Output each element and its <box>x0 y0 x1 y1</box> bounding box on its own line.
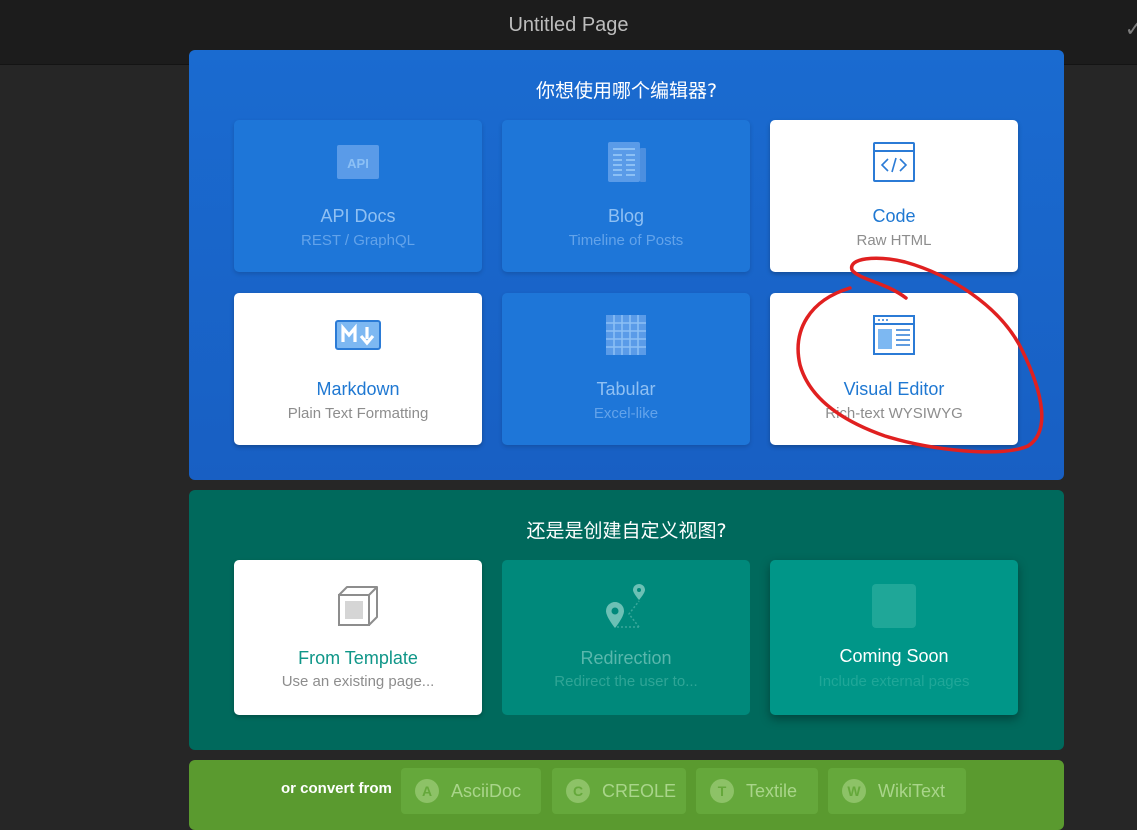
convert-chip-creole[interactable]: C CREOLE <box>552 768 686 814</box>
custom-view-panel: 还是是创建自定义视图? From Template Use an existin… <box>189 490 1064 750</box>
wikitext-icon: W <box>842 779 866 803</box>
card-subtitle: Rich-text WYSIWYG <box>825 405 963 422</box>
markdown-icon <box>234 313 482 357</box>
editor-selection-panel: 你想使用哪个编辑器? API API Docs REST / GraphQL B… <box>189 50 1064 480</box>
card-title: From Template <box>298 648 418 668</box>
card-title: Coming Soon <box>839 646 949 666</box>
editor-card-api-docs[interactable]: API API Docs REST / GraphQL <box>234 120 482 272</box>
code-window-icon <box>770 140 1018 184</box>
card-subtitle: Excel-like <box>593 405 659 422</box>
convert-chip-wikitext[interactable]: W WikiText <box>828 768 966 814</box>
convert-panel: or convert from A AsciiDoc C CREOLE T Te… <box>189 760 1064 830</box>
card-title: Visual Editor <box>843 379 945 399</box>
chip-label: AsciiDoc <box>451 780 522 801</box>
editor-card-blog[interactable]: Blog Timeline of Posts <box>502 120 750 272</box>
card-subtitle: Raw HTML <box>856 232 932 249</box>
cube-icon <box>234 584 482 628</box>
card-subtitle: Redirect the user to... <box>554 673 698 690</box>
api-icon: API <box>234 140 482 184</box>
placeholder-icon <box>770 584 1018 628</box>
newspaper-icon <box>502 140 750 184</box>
card-title: Markdown <box>316 379 400 399</box>
layout-icon <box>770 313 1018 357</box>
check-icon[interactable]: ✓ <box>1125 16 1137 42</box>
asciidoc-icon: A <box>415 779 439 803</box>
route-pins-icon <box>502 584 750 628</box>
creole-icon: C <box>566 779 590 803</box>
convert-chip-asciidoc[interactable]: A AsciiDoc <box>401 768 541 814</box>
chip-label: WikiText <box>878 780 945 801</box>
editor-panel-heading: 你想使用哪个编辑器? <box>535 80 718 102</box>
editor-card-tabular[interactable]: Tabular Excel-like <box>502 293 750 445</box>
custom-card-from-template[interactable]: From Template Use an existing page... <box>234 560 482 715</box>
chip-label: Textile <box>746 780 798 801</box>
card-subtitle: REST / GraphQL <box>301 232 415 249</box>
card-title: Code <box>872 206 916 226</box>
svg-text:API: API <box>347 156 369 171</box>
card-title: API Docs <box>320 206 396 226</box>
card-title: Redirection <box>580 648 672 668</box>
card-subtitle: Include external pages <box>818 673 970 690</box>
chip-label: CREOLE <box>602 780 677 801</box>
card-subtitle: Plain Text Formatting <box>287 405 429 422</box>
editor-card-code[interactable]: Code Raw HTML <box>770 120 1018 272</box>
custom-card-coming-soon: Coming Soon Include external pages <box>770 560 1018 715</box>
custom-panel-heading: 还是是创建自定义视图? <box>526 520 727 542</box>
convert-label: or convert from <box>281 780 392 797</box>
card-subtitle: Use an existing page... <box>281 673 435 690</box>
editor-card-markdown[interactable]: Markdown Plain Text Formatting <box>234 293 482 445</box>
grid-icon <box>502 313 750 357</box>
editor-card-visual-editor[interactable]: Visual Editor Rich-text WYSIWYG <box>770 293 1018 445</box>
card-subtitle: Timeline of Posts <box>568 232 684 249</box>
card-title: Blog <box>607 206 645 226</box>
custom-card-redirection[interactable]: Redirection Redirect the user to... <box>502 560 750 715</box>
textile-icon: T <box>710 779 734 803</box>
page-title[interactable]: Untitled Page <box>0 14 1137 37</box>
convert-chip-textile[interactable]: T Textile <box>696 768 818 814</box>
card-title: Tabular <box>596 379 656 399</box>
